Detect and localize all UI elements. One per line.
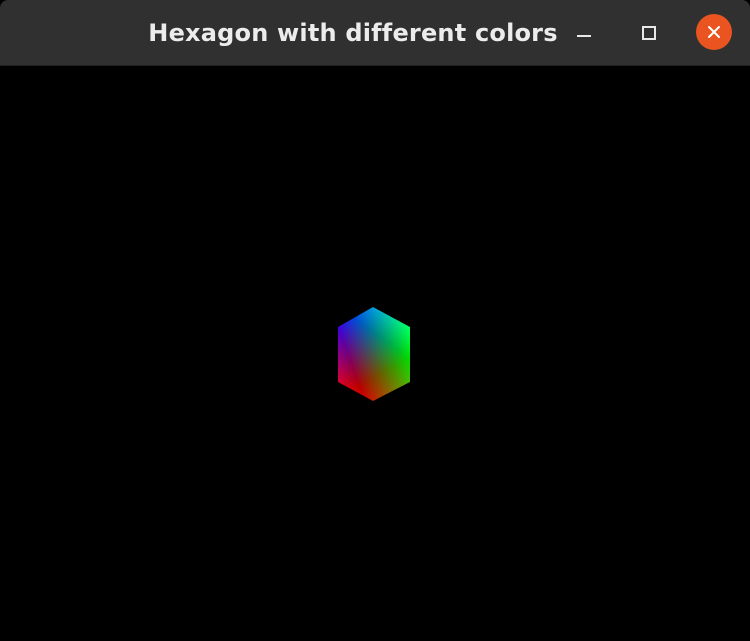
maximize-icon — [642, 26, 656, 40]
minimize-icon — [577, 35, 591, 37]
maximize-button[interactable] — [630, 14, 668, 52]
close-button[interactable] — [696, 14, 732, 50]
hexagon — [338, 307, 410, 401]
minimize-button[interactable] — [565, 14, 603, 52]
title-bar[interactable]: Hexagon with different colors — [0, 0, 750, 66]
close-icon — [708, 26, 720, 38]
render-canvas[interactable] — [0, 66, 750, 641]
app-window: Hexagon with different colors — [0, 0, 750, 641]
